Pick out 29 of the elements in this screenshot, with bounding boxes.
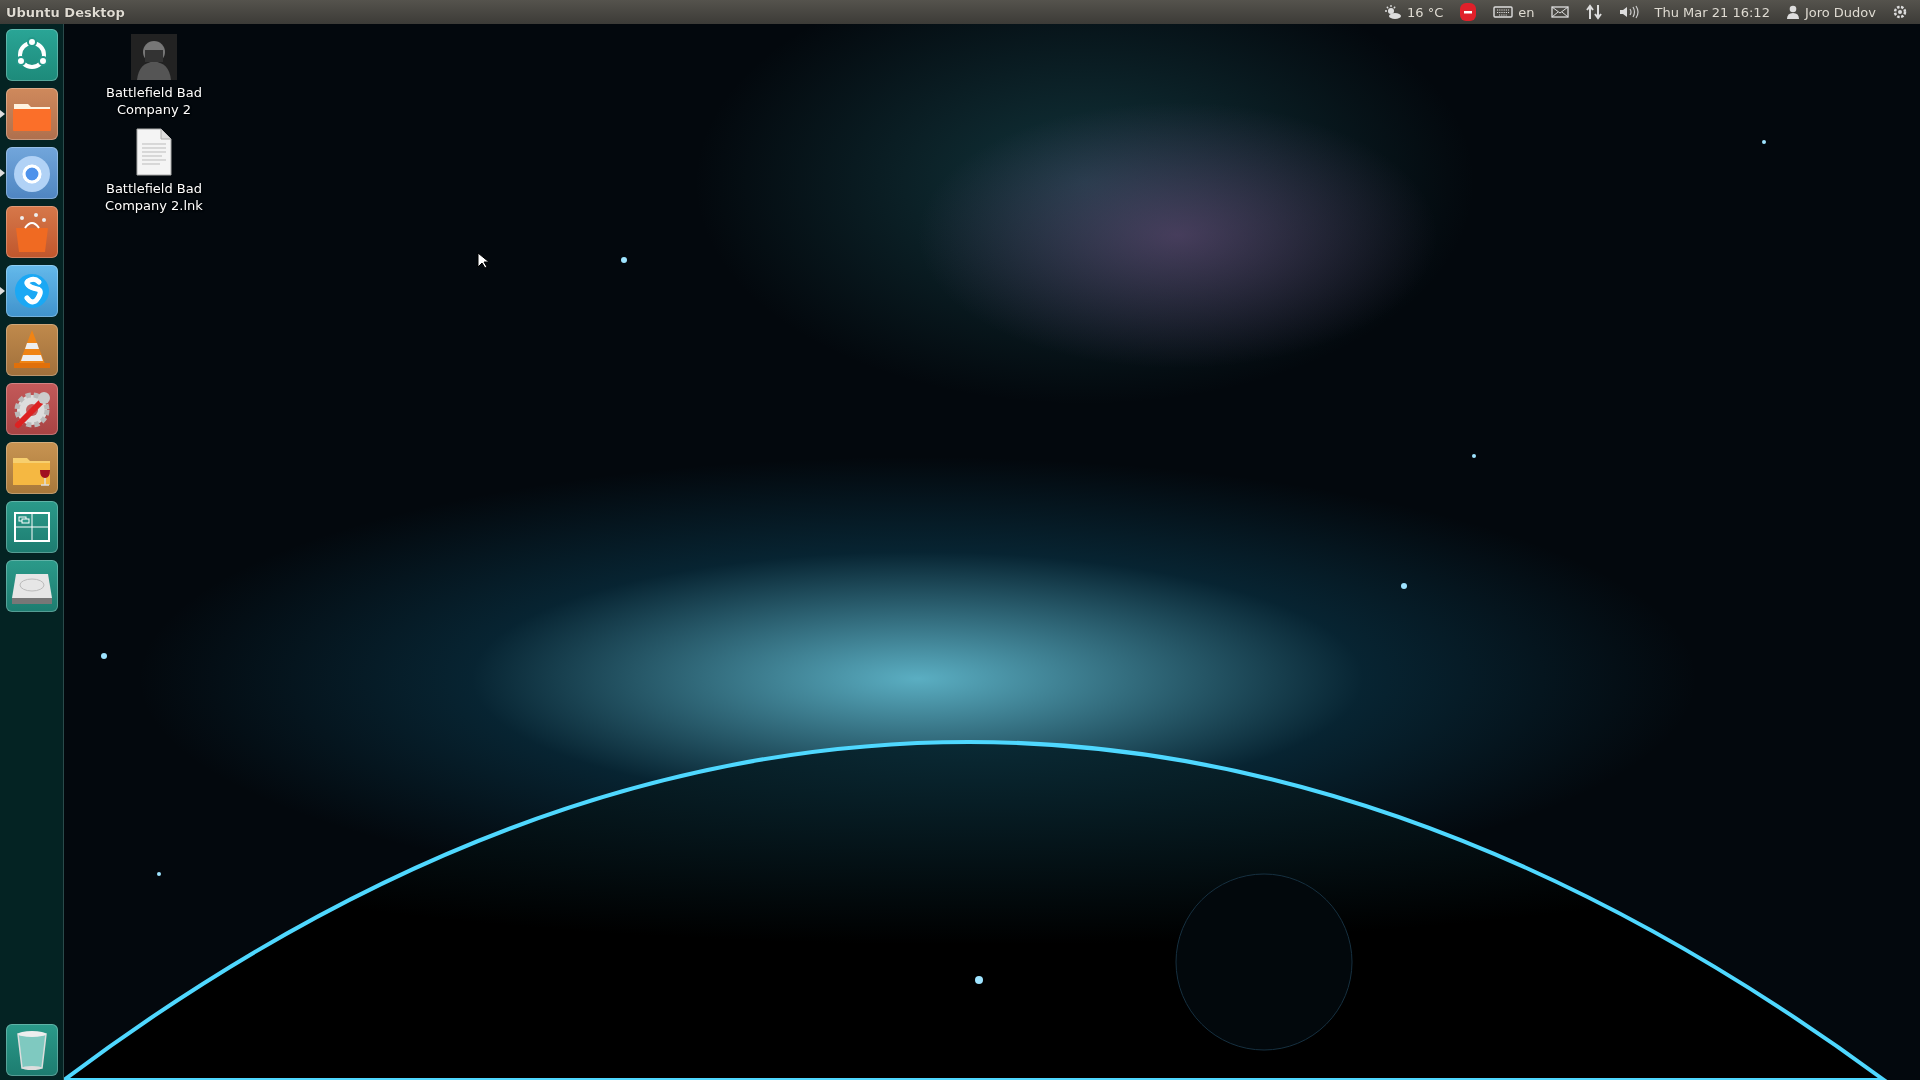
weather-icon[interactable] — [1384, 4, 1403, 20]
document-icon — [135, 128, 173, 176]
hard-drive-launcher-button[interactable] — [5, 560, 58, 612]
shopping-bag-launcher-button[interactable] — [5, 206, 58, 258]
network-icon[interactable] — [1584, 4, 1603, 20]
clock-text-text[interactable]: Thu Mar 21 16:12 — [1654, 4, 1770, 20]
temperature-text: 16 °C — [1407, 4, 1444, 20]
window-title: Ubuntu Desktop — [6, 4, 125, 20]
workspace-switcher-launcher-button[interactable] — [5, 501, 58, 553]
trash-launcher-button[interactable] — [5, 1024, 58, 1076]
user-icon — [1785, 5, 1800, 19]
mail-icon[interactable] — [1550, 6, 1569, 18]
gear-wrench-launcher-button[interactable] — [5, 383, 58, 435]
desktop-icon-label[interactable]: Battlefield Bad Company 2.lnk — [98, 180, 210, 214]
mouse-cursor-icon — [477, 252, 488, 269]
keyboard-layout-text: en — [1518, 4, 1535, 20]
status-icon[interactable] — [1459, 2, 1478, 22]
chat-launcher-button[interactable] — [5, 265, 58, 317]
traffic-cone-launcher-button[interactable] — [5, 324, 58, 376]
folder-launcher-button[interactable] — [5, 88, 58, 140]
dash-launcher-button[interactable] — [5, 29, 58, 81]
user-name-text[interactable]: Joro Dudov — [1804, 4, 1876, 20]
folder-glass-launcher-button[interactable] — [5, 442, 58, 494]
settings-icon[interactable] — [1892, 4, 1908, 20]
desktop-icon-label[interactable]: Battlefield Bad Company 2 — [98, 84, 210, 118]
soldier-picture-icon — [131, 34, 177, 80]
volume-icon[interactable] — [1618, 5, 1639, 19]
keyboard-icon[interactable] — [1493, 6, 1514, 18]
browser-launcher-button[interactable] — [5, 147, 58, 199]
